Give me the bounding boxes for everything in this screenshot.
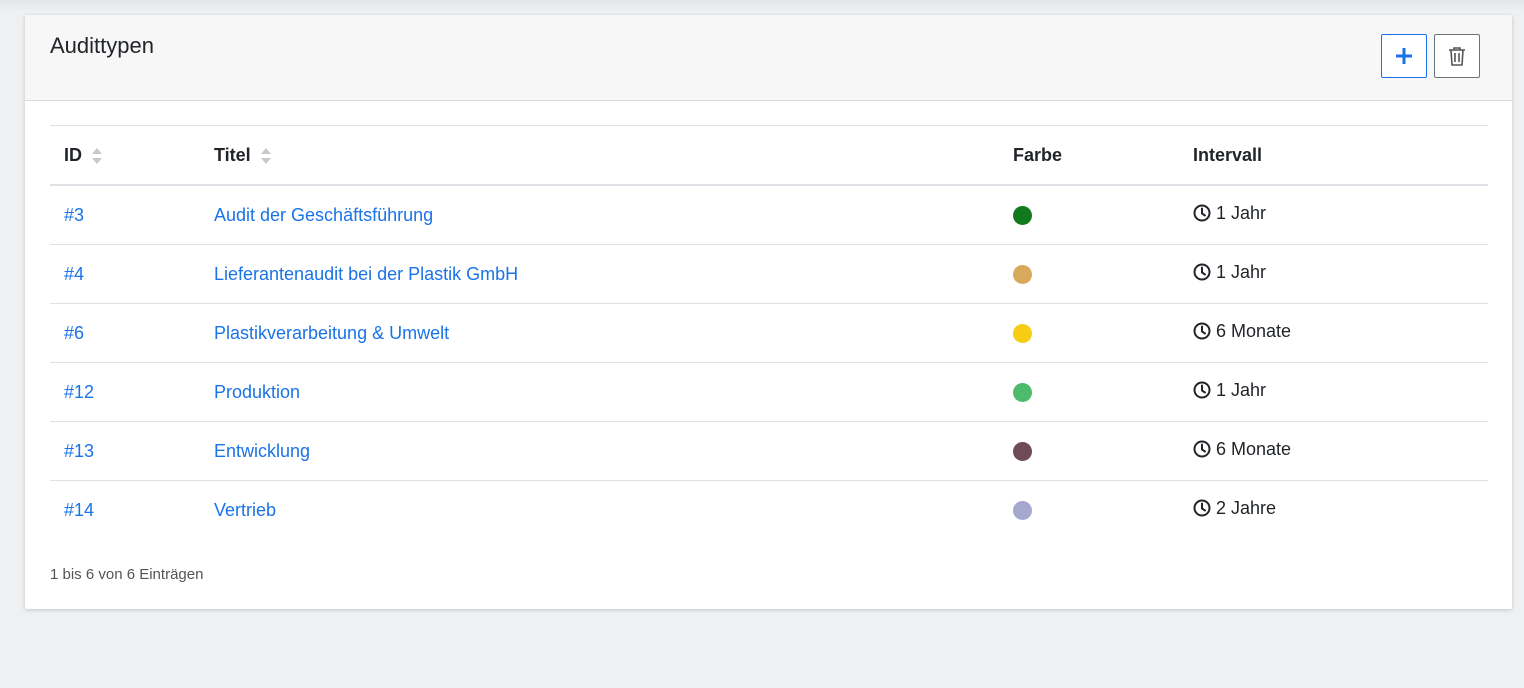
interval-value: 1 Jahr bbox=[1193, 262, 1266, 283]
page-title: Audittypen bbox=[50, 33, 154, 58]
cell-interval: 1 Jahr bbox=[1193, 362, 1488, 422]
cell-title: Produktion bbox=[214, 362, 1013, 422]
audittypes-card: Audittypen ID Titel Farbe Intervall #3 A… bbox=[25, 15, 1512, 609]
table-row: #3 Audit der Geschäftsführung 1 Jahr bbox=[50, 185, 1488, 245]
interval-label: 1 Jahr bbox=[1216, 379, 1267, 400]
row-id-link[interactable]: #13 bbox=[64, 441, 94, 461]
cell-color bbox=[1013, 421, 1193, 481]
card-header: Audittypen bbox=[25, 15, 1512, 101]
cell-color bbox=[1013, 303, 1193, 363]
row-id-link[interactable]: #6 bbox=[64, 323, 84, 343]
color-swatch bbox=[1013, 383, 1032, 403]
table-info: 1 bis 6 von 6 Einträgen bbox=[50, 566, 204, 583]
cell-interval: 6 Monate bbox=[1193, 421, 1488, 481]
cell-title: Vertrieb bbox=[214, 481, 1013, 540]
row-title-link[interactable]: Plastikverarbeitung & Umwelt bbox=[214, 323, 449, 343]
audittypes-table: ID Titel Farbe Intervall #3 Audit der Ge… bbox=[50, 125, 1488, 539]
column-header-color: Farbe bbox=[1013, 144, 1063, 165]
table-body: #3 Audit der Geschäftsführung 1 Jahr #4 … bbox=[50, 185, 1488, 539]
cell-title: Lieferantenaudit bei der Plastik GmbH bbox=[214, 244, 1013, 304]
cell-id: #4 bbox=[50, 244, 214, 304]
column-header-interval: Intervall bbox=[1193, 144, 1263, 165]
clock-icon bbox=[1193, 204, 1211, 222]
clock-icon bbox=[1193, 381, 1211, 399]
table-row: #12 Produktion 1 Jahr bbox=[50, 362, 1488, 422]
column-header-id-label: ID bbox=[64, 144, 82, 165]
cell-title: Audit der Geschäftsführung bbox=[214, 185, 1013, 245]
table-row: #13 Entwicklung 6 Monate bbox=[50, 421, 1488, 481]
table-row: #4 Lieferantenaudit bei der Plastik GmbH… bbox=[50, 244, 1488, 304]
column-header-title-label: Titel bbox=[214, 144, 251, 165]
interval-label: 6 Monate bbox=[1216, 320, 1292, 341]
cell-interval: 2 Jahre bbox=[1193, 481, 1488, 540]
row-id-link[interactable]: #3 bbox=[64, 205, 84, 225]
plus-icon bbox=[1396, 48, 1412, 64]
interval-value: 1 Jahr bbox=[1193, 380, 1266, 401]
delete-button[interactable] bbox=[1434, 34, 1480, 78]
color-swatch bbox=[1013, 442, 1032, 462]
column-header-title[interactable]: Titel bbox=[214, 126, 1013, 186]
color-swatch bbox=[1013, 206, 1032, 226]
top-shadow bbox=[0, 0, 1524, 12]
interval-value: 6 Monate bbox=[1193, 321, 1291, 342]
clock-icon bbox=[1193, 440, 1211, 458]
interval-label: 1 Jahr bbox=[1216, 261, 1267, 282]
color-swatch bbox=[1013, 501, 1032, 521]
interval-label: 1 Jahr bbox=[1216, 202, 1267, 223]
cell-interval: 6 Monate bbox=[1193, 303, 1488, 363]
sort-icon bbox=[260, 147, 271, 164]
table-row: #14 Vertrieb 2 Jahre bbox=[50, 481, 1488, 540]
interval-label: 2 Jahre bbox=[1216, 497, 1277, 518]
interval-value: 1 Jahr bbox=[1193, 203, 1266, 224]
cell-color bbox=[1013, 362, 1193, 422]
color-swatch bbox=[1013, 324, 1032, 344]
row-title-link[interactable]: Entwicklung bbox=[214, 441, 310, 461]
row-title-link[interactable]: Vertrieb bbox=[214, 500, 276, 520]
cell-title: Plastikverarbeitung & Umwelt bbox=[214, 303, 1013, 363]
cell-color bbox=[1013, 244, 1193, 304]
row-title-link[interactable]: Produktion bbox=[214, 382, 300, 402]
cell-id: #6 bbox=[50, 303, 214, 363]
clock-icon bbox=[1193, 322, 1211, 340]
trash-icon bbox=[1449, 47, 1465, 66]
cell-color bbox=[1013, 481, 1193, 540]
row-id-link[interactable]: #12 bbox=[64, 382, 94, 402]
row-title-link[interactable]: Lieferantenaudit bei der Plastik GmbH bbox=[214, 264, 518, 284]
row-title-link[interactable]: Audit der Geschäftsführung bbox=[214, 205, 433, 225]
cell-id: #3 bbox=[50, 185, 214, 245]
color-swatch bbox=[1013, 265, 1032, 285]
cell-id: #12 bbox=[50, 362, 214, 422]
cell-id: #13 bbox=[50, 421, 214, 481]
cell-interval: 1 Jahr bbox=[1193, 185, 1488, 245]
interval-label: 6 Monate bbox=[1216, 438, 1292, 459]
column-header-id[interactable]: ID bbox=[50, 126, 214, 186]
clock-icon bbox=[1193, 499, 1211, 517]
table-header-row: ID Titel Farbe Intervall bbox=[50, 125, 1488, 186]
cell-title: Entwicklung bbox=[214, 421, 1013, 481]
clock-icon bbox=[1193, 263, 1211, 281]
cell-id: #14 bbox=[50, 481, 214, 540]
add-button[interactable] bbox=[1381, 34, 1427, 78]
interval-value: 2 Jahre bbox=[1193, 498, 1276, 519]
interval-value: 6 Monate bbox=[1193, 439, 1291, 460]
table-row: #6 Plastikverarbeitung & Umwelt 6 Monate bbox=[50, 303, 1488, 363]
row-id-link[interactable]: #4 bbox=[64, 264, 84, 284]
row-id-link[interactable]: #14 bbox=[64, 500, 94, 520]
cell-color bbox=[1013, 185, 1193, 245]
cell-interval: 1 Jahr bbox=[1193, 244, 1488, 304]
sort-icon bbox=[92, 147, 103, 164]
